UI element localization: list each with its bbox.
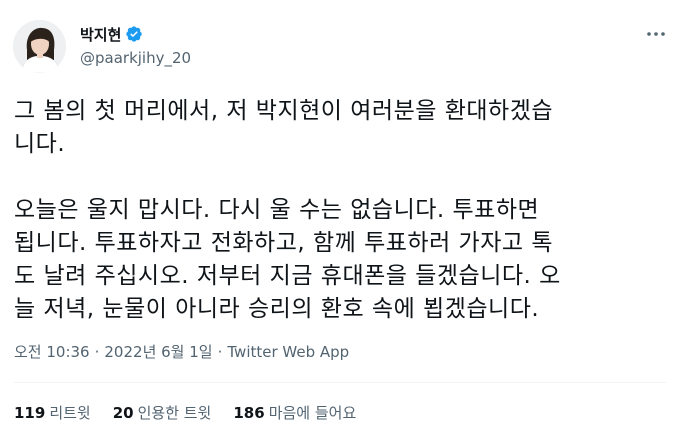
tweet-time[interactable]: 오전 10:36 [14,341,90,362]
tweet-stats: 119 리트윗 20 인용한 트윗 186 마음에 들어요 [14,402,378,423]
tweet-source[interactable]: Twitter Web App [227,343,349,361]
tweet-meta: 오전 10:36 · 2022년 6월 1일 · Twitter Web App [14,341,349,362]
verified-badge-icon [125,25,143,43]
divider [14,382,666,383]
meta-separator: · [217,342,223,361]
more-dots-icon [647,32,665,36]
quotes-label: 인용한 트윗 [137,404,212,422]
user-handle[interactable]: @paarkjihy_20 [80,49,191,67]
retweets-count: 119 [14,404,46,422]
tweet-text: 그 봄의 첫 머리에서, 저 박지현이 여러분을 환대하겠습 니다. 오늘은 울… [14,98,561,322]
likes-count: 186 [233,404,265,422]
retweets-stat[interactable]: 119 리트윗 [14,402,91,423]
display-name[interactable]: 박지현 [80,24,121,45]
profile-photo-icon [13,20,66,73]
meta-separator: · [94,342,100,361]
retweets-label: 리트윗 [49,404,91,422]
quotes-stat[interactable]: 20 인용한 트윗 [113,402,212,423]
likes-stat[interactable]: 186 마음에 들어요 [233,402,356,423]
tweet-card: 박지현 @paarkjihy_20 그 봄의 첫 머리에서, 저 박지현이 여러… [0,0,680,442]
likes-label: 마음에 들어요 [268,404,357,422]
quotes-count: 20 [112,404,134,422]
tweet-date[interactable]: 2022년 6월 1일 [104,341,212,362]
name-row: 박지현 [80,22,191,46]
more-options-button[interactable] [642,24,670,44]
avatar[interactable] [13,20,66,73]
user-info: 박지현 @paarkjihy_20 [80,22,191,68]
